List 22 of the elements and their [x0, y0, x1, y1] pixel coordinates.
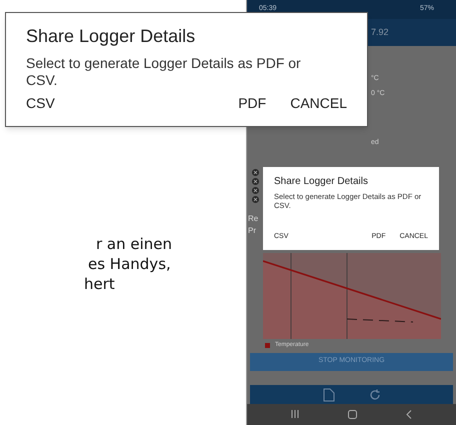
legend-swatch-icon [265, 343, 270, 348]
close-circle-icon [252, 187, 258, 194]
dialog-title: Share Logger Details [26, 25, 196, 47]
dialog-title: Share Logger Details [274, 176, 369, 188]
document-text-line: r an einen [96, 234, 174, 254]
close-circle-icon [252, 178, 258, 186]
side-label: Re [248, 213, 258, 226]
side-label: Pr [248, 225, 257, 238]
home-icon[interactable] [348, 410, 357, 419]
document-text-line: es Handys, [88, 254, 172, 274]
header-value: 7.92 [371, 26, 389, 40]
document-share-icon[interactable] [322, 388, 334, 402]
document-text-line: hert [84, 274, 116, 294]
close-circle-icon [252, 196, 258, 204]
recent-apps-icon[interactable] [291, 410, 300, 418]
dialog-button[interactable]: CANCEL [290, 93, 347, 114]
close-circle-icon [252, 169, 258, 176]
dialog-button[interactable]: PDF [238, 93, 266, 114]
back-icon[interactable] [406, 410, 412, 419]
dialog-message: Select to generate Logger Details as PDF or CSV. [26, 55, 302, 89]
dialog-button[interactable]: CSV [26, 93, 55, 114]
refresh-icon[interactable] [368, 388, 380, 401]
